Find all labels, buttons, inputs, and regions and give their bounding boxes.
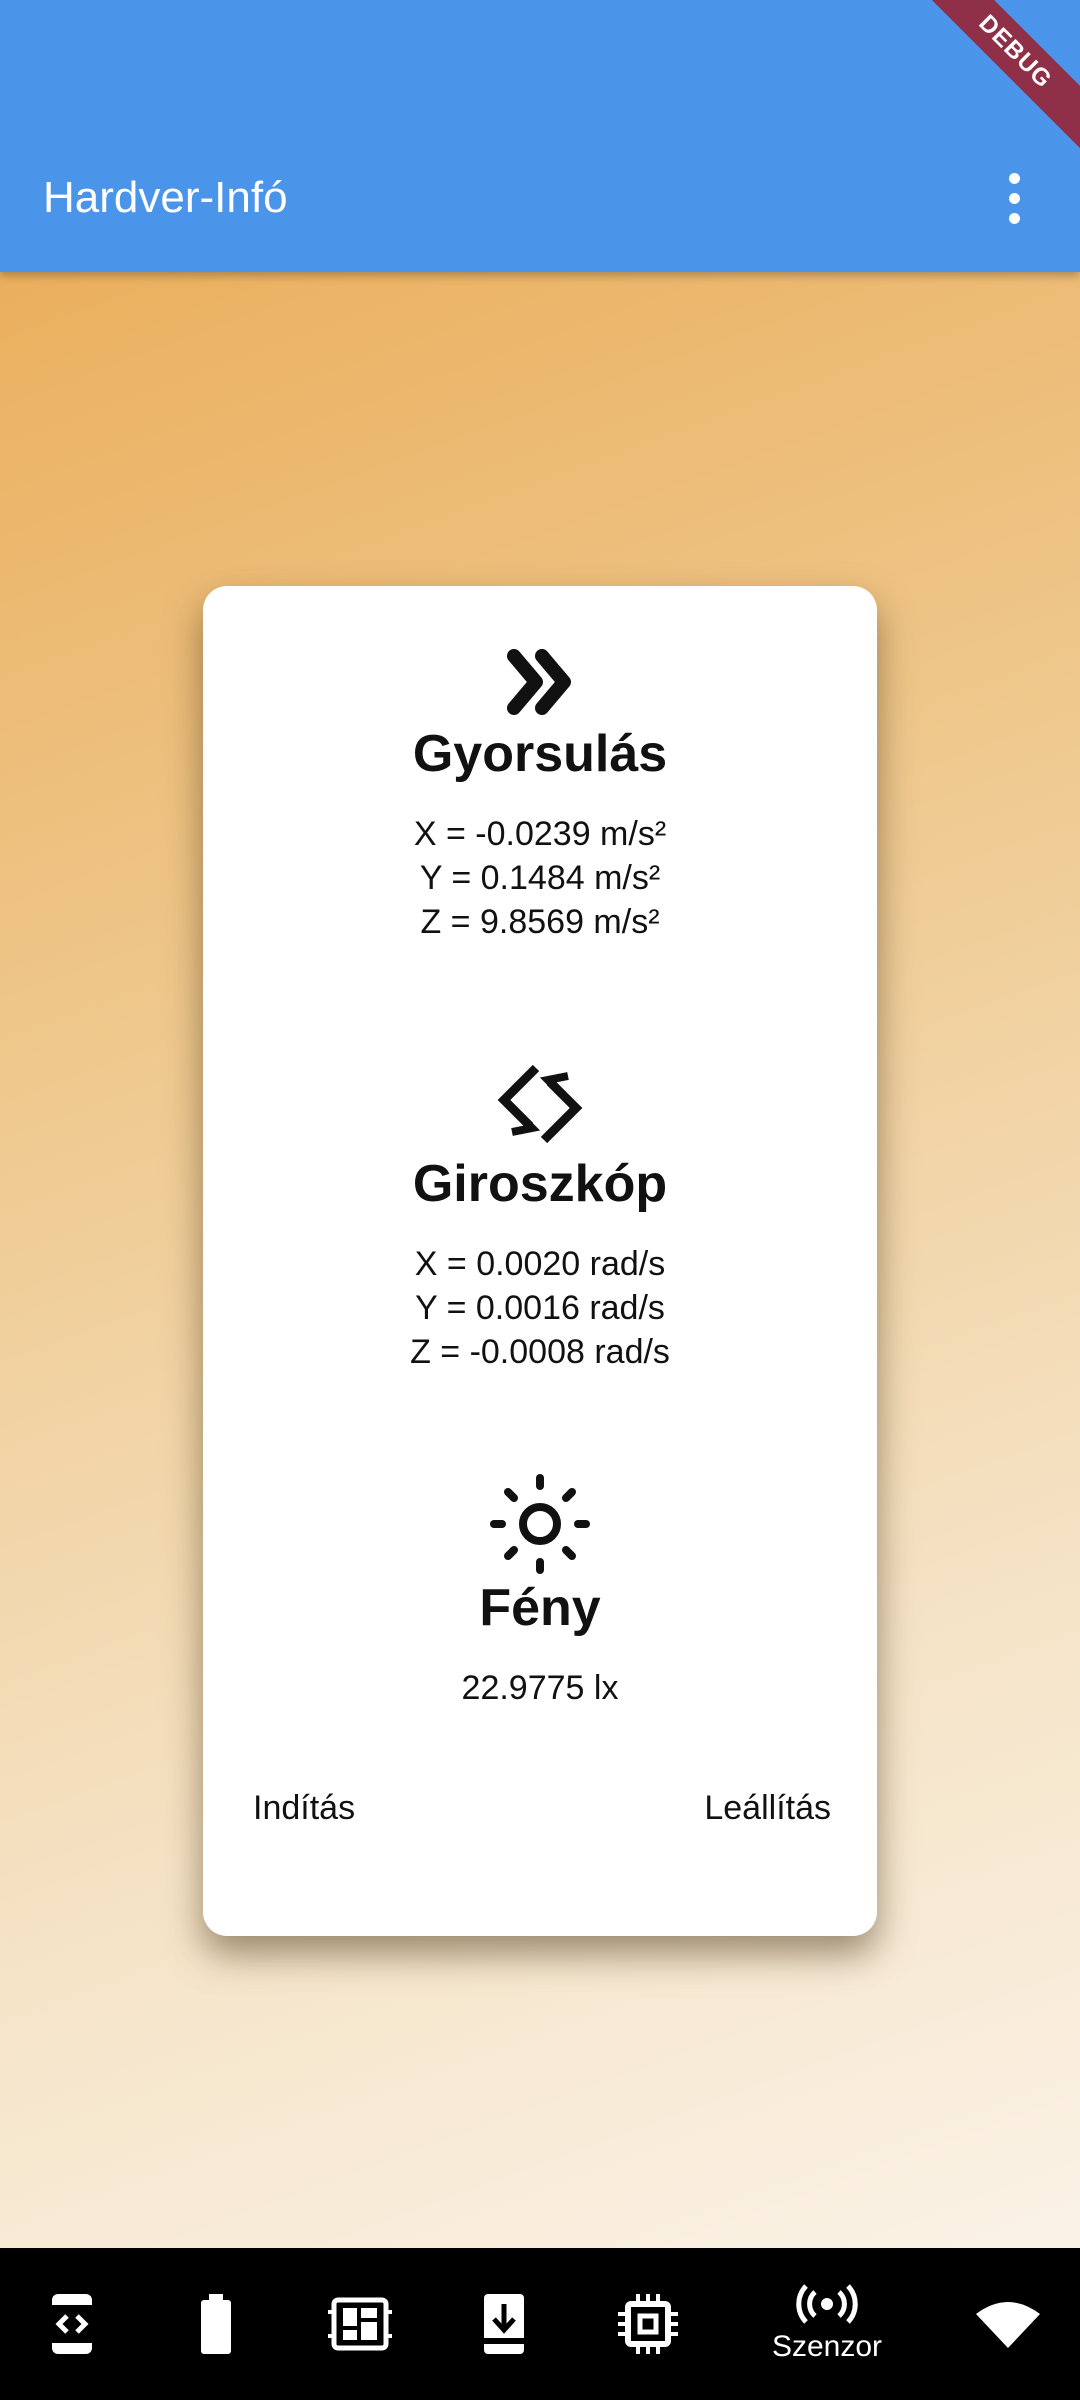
bottom-navigation: Szenzor (0, 2248, 1080, 2400)
nav-item-sensor-label: Szenzor (771, 2330, 883, 2363)
nav-item-network[interactable] (938, 2248, 1078, 2400)
brightness-icon (490, 1474, 590, 1574)
start-button[interactable]: Indítás (253, 1786, 355, 1830)
gyroscope-z: Z = -0.0008 rad/s (410, 1333, 670, 1371)
screen-rotation-icon (497, 1064, 583, 1144)
more-vert-icon-dot (1008, 212, 1020, 224)
stop-button[interactable]: Leállítás (704, 1786, 831, 1830)
device-code-icon (52, 2294, 92, 2354)
nav-item-storage[interactable] (434, 2248, 574, 2400)
acceleration-section: Gyorsulás X = -0.0239 m/s² Y = 0.1484 m/… (203, 642, 877, 944)
nav-item-battery[interactable] (146, 2248, 286, 2400)
debug-banner: DEBUG (903, 0, 1080, 164)
app-title: Hardver-Infó (43, 173, 288, 222)
gyroscope-y: Y = 0.0016 rad/s (415, 1289, 665, 1327)
gyroscope-title: Giroszkóp (412, 1155, 668, 1213)
battery-icon (201, 2294, 231, 2354)
gyroscope-x: X = 0.0020 rad/s (414, 1245, 666, 1283)
more-options-button[interactable] (984, 166, 1044, 230)
sensor-broadcast-icon (796, 2284, 858, 2324)
gyroscope-section: Giroszkóp X = 0.0020 rad/s Y = 0.0016 ra… (203, 1056, 877, 1374)
nav-item-device[interactable] (2, 2248, 142, 2400)
acceleration-x: X = -0.0239 m/s² (413, 815, 667, 853)
light-value: 22.9775 lx (461, 1669, 619, 1707)
more-vert-icon-dot (1008, 192, 1020, 204)
dashboard-icon (328, 2297, 392, 2351)
acceleration-z: Z = 9.8569 m/s² (420, 903, 660, 941)
nav-item-sensor[interactable]: Szenzor (757, 2248, 897, 2400)
more-vert-icon (1008, 172, 1020, 184)
double-chevron-right-icon (507, 649, 571, 715)
sensor-card: Gyorsulás X = -0.0239 m/s² Y = 0.1484 m/… (203, 586, 877, 1936)
nav-item-dashboard[interactable] (290, 2248, 430, 2400)
wifi-icon (976, 2302, 1040, 2348)
download-icon (484, 2294, 524, 2354)
acceleration-y: Y = 0.1484 m/s² (419, 859, 661, 897)
light-title: Fény (479, 1579, 601, 1637)
light-section: Fény 22.9775 lx (203, 1472, 877, 1710)
memory-chip-icon (618, 2294, 678, 2354)
app-bar: Hardver-Infó DEBUG (0, 0, 1080, 272)
nav-item-processor[interactable] (578, 2248, 718, 2400)
acceleration-title: Gyorsulás (412, 725, 668, 783)
